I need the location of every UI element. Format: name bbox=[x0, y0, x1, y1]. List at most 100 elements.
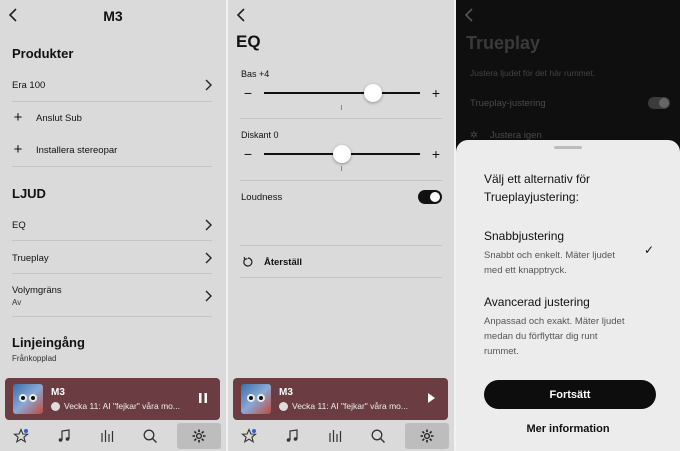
page-title: EQ bbox=[236, 32, 261, 51]
quick-tuning-description: Snabbt och enkelt. Mäter ljudet med ett … bbox=[484, 250, 615, 276]
star-icon bbox=[13, 428, 30, 444]
line-in-heading: Linjeingång bbox=[12, 335, 85, 350]
minus-icon: − bbox=[243, 85, 253, 101]
divider bbox=[240, 180, 442, 181]
plus-icon: + bbox=[13, 141, 23, 158]
sheet-grabber[interactable] bbox=[554, 146, 582, 149]
advanced-tuning-description: Anpassad och exakt. Mäter ljudet medan d… bbox=[484, 316, 625, 357]
tab-favorites[interactable] bbox=[5, 423, 37, 449]
eq-row[interactable]: EQ bbox=[12, 218, 212, 232]
plus-icon: + bbox=[431, 146, 441, 162]
music-note-icon bbox=[58, 429, 70, 442]
reset-row[interactable]: Återställ bbox=[242, 254, 442, 270]
center-tick bbox=[341, 166, 342, 171]
player-info: M3 Vecka 11: AI "fejkar" våra mo... bbox=[51, 387, 194, 411]
tab-search[interactable] bbox=[362, 423, 394, 449]
gear-icon bbox=[420, 429, 434, 443]
connect-sub-label: Anslut Sub bbox=[36, 112, 82, 124]
player-subtitle: Vecka 11: AI "fejkar" våra mo... bbox=[64, 401, 180, 411]
treble-thumb[interactable] bbox=[333, 145, 351, 163]
tab-bar bbox=[0, 421, 226, 451]
gear-icon bbox=[192, 429, 206, 443]
bass-track bbox=[264, 84, 420, 102]
player-info: M3 Vecka 11: AI "fejkar" våra mo... bbox=[279, 387, 422, 411]
tab-bar bbox=[228, 421, 454, 451]
volume-limit-text: Volymgräns Av bbox=[12, 285, 204, 307]
spotify-icon bbox=[51, 401, 60, 411]
back-icon[interactable] bbox=[236, 8, 250, 24]
center-tick bbox=[341, 105, 342, 110]
divider bbox=[12, 101, 212, 102]
page-subtitle: Justera ljudet för det här rummet. bbox=[470, 68, 596, 78]
product-era100-row[interactable]: Era 100 bbox=[12, 78, 212, 92]
settings-panel: M3 Produkter Era 100 + Anslut Sub + Inst… bbox=[0, 0, 226, 451]
divider bbox=[12, 240, 212, 241]
volume-limit-row[interactable]: Volymgräns Av bbox=[12, 284, 212, 308]
minus-icon: − bbox=[243, 146, 253, 162]
tab-music[interactable] bbox=[276, 423, 308, 449]
eq-label: EQ bbox=[12, 219, 26, 231]
chevron-right-icon bbox=[205, 219, 212, 231]
eq-panel: EQ Bas +4 − + Diskant 0 − + Loudness Åte… bbox=[228, 0, 454, 451]
trueplay-toggle[interactable] bbox=[648, 97, 670, 109]
chevron-right-icon bbox=[205, 79, 212, 91]
divider bbox=[12, 166, 212, 167]
stereo-pair-row[interactable]: + Installera stereopar bbox=[12, 141, 212, 158]
bass-thumb[interactable] bbox=[364, 84, 383, 102]
player-subtitle: Vecka 11: AI "fejkar" våra mo... bbox=[292, 401, 408, 411]
back-icon[interactable] bbox=[464, 8, 478, 24]
sheet-question: Välj ett alternativ för Trueplayjusterin… bbox=[484, 172, 591, 204]
treble-label: Diskant 0 bbox=[241, 130, 279, 140]
player-title: M3 bbox=[51, 387, 65, 398]
divider bbox=[12, 316, 212, 317]
tab-settings[interactable] bbox=[176, 423, 221, 449]
tab-rooms[interactable] bbox=[319, 423, 351, 449]
page-title: Trueplay bbox=[466, 33, 541, 53]
product-era100-label: Era 100 bbox=[12, 79, 46, 91]
options-sheet: Välj ett alternativ för Trueplayjusterin… bbox=[456, 140, 680, 451]
pause-icon bbox=[199, 392, 207, 403]
art-detail bbox=[19, 394, 27, 402]
checkmark-icon: ✓ bbox=[643, 243, 654, 257]
bass-label: Bas +4 bbox=[241, 69, 270, 79]
retune-label: Justera igen bbox=[490, 129, 542, 141]
sound-heading: LJUD bbox=[12, 186, 46, 201]
search-icon bbox=[143, 429, 157, 443]
pause-button[interactable] bbox=[194, 392, 212, 407]
play-button[interactable] bbox=[422, 392, 440, 407]
loudness-toggle[interactable] bbox=[418, 190, 442, 204]
volume-limit-value: Av bbox=[12, 298, 22, 307]
connect-sub-row[interactable]: + Anslut Sub bbox=[12, 109, 212, 126]
loudness-label: Loudness bbox=[241, 191, 283, 203]
plus-icon: + bbox=[13, 109, 23, 126]
tab-music[interactable] bbox=[48, 423, 80, 449]
spotify-icon bbox=[279, 401, 288, 411]
bass-slider[interactable]: − + bbox=[242, 84, 442, 102]
art-detail bbox=[257, 394, 265, 402]
music-note-icon bbox=[286, 429, 298, 442]
tab-settings[interactable] bbox=[404, 423, 449, 449]
continue-button[interactable]: Fortsätt bbox=[484, 380, 656, 409]
reset-icon bbox=[243, 256, 253, 267]
advanced-tuning-option[interactable]: Avancerad justering bbox=[484, 295, 590, 309]
quick-tuning-option[interactable]: Snabbjustering bbox=[484, 229, 564, 243]
play-icon bbox=[428, 392, 435, 403]
divider bbox=[240, 277, 442, 278]
divider bbox=[240, 245, 442, 246]
more-info-link[interactable]: Mer information bbox=[456, 423, 680, 435]
trueplay-row[interactable]: Trueplay bbox=[12, 251, 212, 265]
mini-player[interactable]: M3 Vecka 11: AI "fejkar" våra mo... bbox=[5, 378, 220, 420]
divider bbox=[12, 273, 212, 274]
treble-slider[interactable]: − + bbox=[242, 145, 442, 163]
divider bbox=[240, 118, 442, 119]
tab-search[interactable] bbox=[134, 423, 166, 449]
mini-player[interactable]: M3 Vecka 11: AI "fejkar" våra mo... bbox=[233, 378, 448, 420]
star-icon bbox=[241, 428, 258, 444]
page-title: M3 bbox=[103, 8, 123, 24]
trueplay-toggle-row: Trueplay-justering bbox=[470, 96, 670, 110]
album-art bbox=[13, 384, 43, 414]
tab-rooms[interactable] bbox=[91, 423, 123, 449]
trueplay-panel: Trueplay Justera ljudet för det här rumm… bbox=[456, 0, 680, 451]
bars-icon bbox=[101, 430, 114, 442]
tab-favorites[interactable] bbox=[233, 423, 265, 449]
